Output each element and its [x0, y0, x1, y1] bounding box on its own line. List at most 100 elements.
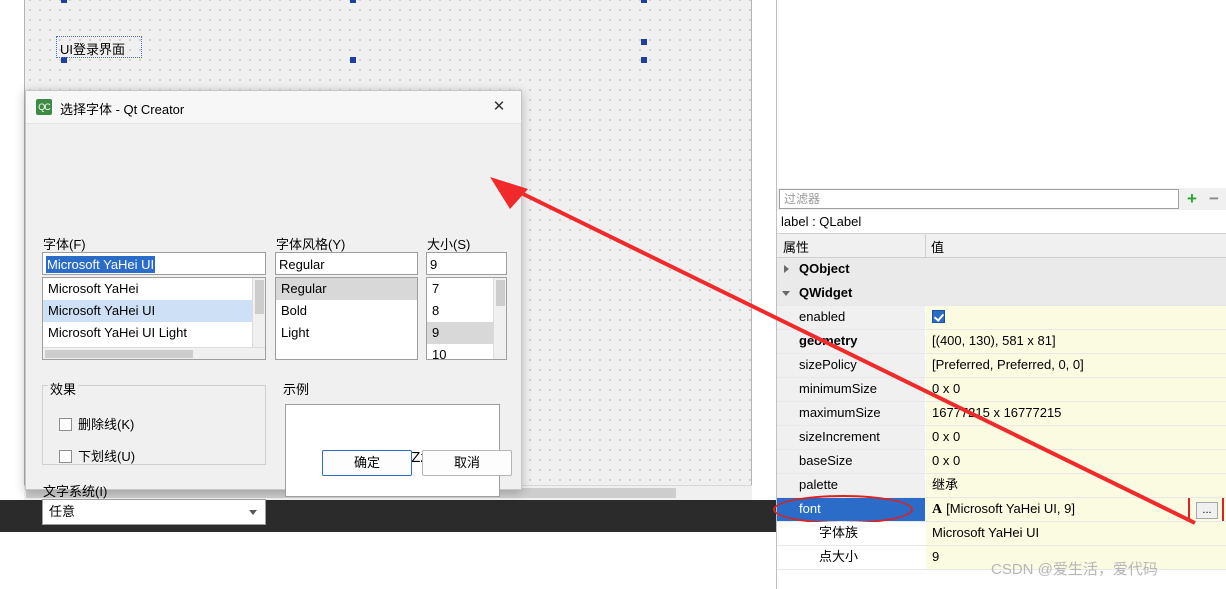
form-handle-mid[interactable] [350, 57, 356, 63]
property-value [926, 258, 1226, 281]
property-name: sizePolicy [777, 354, 925, 377]
property-value[interactable]: A [Microsoft YaHei UI, 9] ... [926, 498, 1226, 521]
chevron-down-icon[interactable] [249, 510, 257, 515]
select-font-dialog[interactable]: QC 选择字体 - Qt Creator ✕ 字体(F) Microsoft Y… [25, 90, 522, 525]
property-value[interactable]: [Preferred, Preferred, 0, 0] [926, 354, 1226, 377]
property-value[interactable]: 0 x 0 [926, 378, 1226, 401]
table-row[interactable]: QWidget [777, 282, 1226, 306]
property-name: geometry [777, 330, 925, 353]
table-row[interactable]: baseSize 0 x 0 [777, 450, 1226, 474]
table-row[interactable]: sizeIncrement 0 x 0 [777, 426, 1226, 450]
scrollbar-thumb[interactable] [255, 280, 264, 314]
strikeout-label: 删除线(K) [78, 417, 135, 432]
font-style-input[interactable]: Regular [275, 252, 418, 275]
font-family-item-1[interactable]: Microsoft YaHei UI [43, 300, 265, 322]
property-name: baseSize [777, 450, 925, 473]
ellipsis-highlight-box [1188, 498, 1224, 521]
effects-group-title: 效果 [48, 379, 79, 398]
font-family-input[interactable]: Microsoft YaHei UI [42, 252, 266, 275]
designer-canvas: UI登录界面 QC 选择字体 - Qt Creator ✕ 字体(F) Micr… [0, 0, 776, 589]
column-header-value: 值 [931, 240, 945, 255]
property-name: sizeIncrement [777, 426, 925, 449]
property-name: minimumSize [777, 378, 925, 401]
writing-system-label: 文字系统(I) [43, 484, 108, 499]
property-value[interactable]: [(400, 130), 581 x 81] [926, 330, 1226, 353]
table-row[interactable]: 字体族 Microsoft YaHei UI [777, 522, 1226, 546]
enabled-checkbox[interactable] [932, 310, 945, 323]
cancel-button[interactable]: 取消 [422, 450, 512, 476]
font-preview-icon: A [932, 502, 943, 517]
font-size-input-value: 9 [430, 257, 438, 272]
property-value[interactable] [926, 306, 1226, 329]
form-handle-top-right[interactable] [641, 0, 647, 3]
filter-input[interactable]: 过滤器 [779, 189, 1179, 209]
checkbox-box[interactable] [59, 450, 72, 463]
column-divider[interactable] [925, 234, 926, 258]
font-family-item-2[interactable]: Microsoft YaHei UI Light [43, 322, 265, 344]
scrollbar-thumb[interactable] [45, 350, 193, 358]
property-editor-panel: 过滤器 + − label : QLabel 属性 值 QObject QWid… [773, 0, 1226, 589]
property-name: font [777, 498, 925, 521]
plus-icon[interactable]: + [1183, 190, 1201, 208]
property-value[interactable]: 继承 [926, 474, 1226, 497]
font-style-list[interactable]: Regular Bold Light [275, 277, 418, 360]
dialog-title: 选择字体 - Qt Creator [60, 102, 185, 117]
form-handle-bottom-right[interactable] [641, 57, 647, 63]
font-size-list[interactable]: 7 8 9 10 [426, 277, 507, 360]
minus-icon[interactable]: − [1205, 190, 1223, 208]
font-family-input-value: Microsoft YaHei UI [46, 256, 156, 273]
property-table-header: 属性 值 [777, 234, 1226, 258]
property-name: maximumSize [777, 402, 925, 425]
dialog-titlebar[interactable]: QC 选择字体 - Qt Creator ✕ [26, 91, 521, 124]
font-style-item-0[interactable]: Regular [276, 278, 417, 300]
sample-group-title: 示例 [281, 379, 312, 398]
watermark-text: CSDN @爱生活，爱代码 [991, 561, 1158, 578]
font-size-list-vscrollbar[interactable] [493, 278, 506, 359]
close-icon[interactable]: ✕ [477, 91, 521, 122]
table-row[interactable]: QObject [777, 258, 1226, 282]
scrollbar-thumb[interactable] [496, 280, 505, 306]
form-handle-top[interactable] [350, 0, 356, 3]
property-value[interactable]: 0 x 0 [926, 450, 1226, 473]
checkbox-box[interactable] [59, 418, 72, 431]
property-value[interactable]: 0 x 0 [926, 426, 1226, 449]
table-row-font[interactable]: font A [Microsoft YaHei UI, 9] ... [773, 495, 1226, 524]
property-name: QWidget [799, 285, 853, 300]
qt-creator-icon: QC [36, 99, 52, 115]
table-row[interactable]: sizePolicy [Preferred, Preferred, 0, 0] [777, 354, 1226, 378]
property-name: 字体族 [777, 522, 925, 545]
ok-button[interactable]: 确定 [322, 450, 412, 476]
property-name: enabled [777, 306, 925, 329]
table-row[interactable]: palette 继承 [777, 474, 1226, 498]
writing-system-value: 任意 [49, 504, 76, 519]
table-row[interactable]: geometry [(400, 130), 581 x 81] [777, 330, 1226, 354]
selected-object-header: label : QLabel [777, 212, 1226, 234]
form-handle-mid-right[interactable] [641, 39, 647, 45]
property-name: QObject [799, 261, 850, 276]
property-value [926, 282, 1226, 305]
table-row[interactable]: minimumSize 0 x 0 [777, 378, 1226, 402]
font-style-item-1[interactable]: Bold [276, 300, 417, 322]
writing-system-combo[interactable]: 任意 [42, 499, 266, 525]
table-row[interactable]: enabled [777, 306, 1226, 330]
property-name: 点大小 [777, 546, 925, 569]
form-handle-left[interactable] [61, 0, 67, 3]
editor-bottom-area [0, 532, 776, 589]
font-size-input[interactable]: 9 [426, 252, 507, 275]
font-style-label: 字体风格(Y) [276, 237, 346, 252]
property-value[interactable]: Microsoft YaHei UI [926, 522, 1226, 545]
strikeout-checkbox[interactable]: 删除线(K) [59, 414, 134, 433]
font-family-list-hscrollbar[interactable] [43, 347, 265, 359]
font-family-list[interactable]: Microsoft YaHei Microsoft YaHei UI Micro… [42, 277, 266, 360]
ui-login-label[interactable]: UI登录界面 [60, 39, 125, 58]
font-family-label: 字体(F) [43, 237, 86, 252]
font-family-list-vscrollbar[interactable] [252, 278, 265, 349]
underline-label: 下划线(U) [78, 449, 136, 464]
underline-checkbox[interactable]: 下划线(U) [59, 446, 135, 465]
font-family-item-0[interactable]: Microsoft YaHei [43, 278, 265, 300]
font-style-item-2[interactable]: Light [276, 322, 417, 344]
column-header-property: 属性 [783, 240, 810, 255]
table-row[interactable]: maximumSize 16777215 x 16777215 [777, 402, 1226, 426]
filter-row: 过滤器 + − [777, 188, 1226, 210]
property-value[interactable]: 16777215 x 16777215 [926, 402, 1226, 425]
